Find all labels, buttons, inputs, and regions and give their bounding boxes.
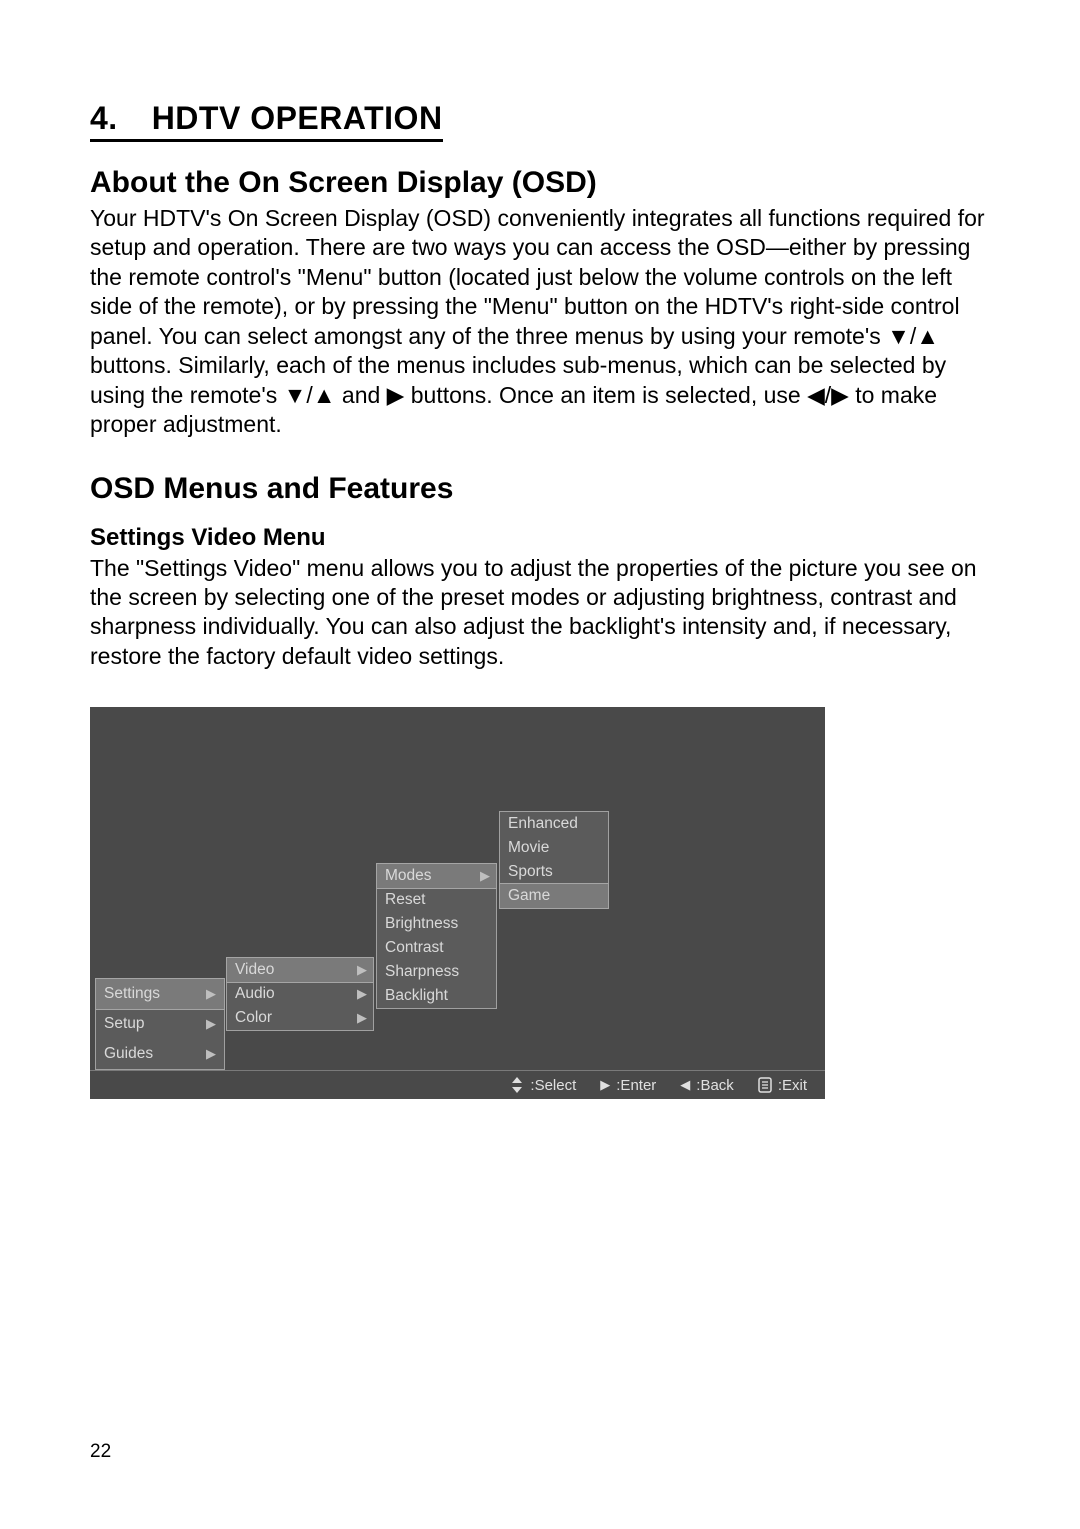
chevron-right-icon: ▶ [480,868,490,884]
osd-sub-label: Audio [235,985,275,1003]
settings-video-body: The "Settings Video" menu allows you to … [90,554,990,672]
chevron-right-icon: ▶ [206,1046,216,1062]
chevron-right-icon: ▶ [357,962,367,978]
section-title: 4. HDTV OPERATION [90,100,443,142]
legend-select: :Select [510,1077,576,1094]
osd-modes-item-enhanced[interactable]: Enhanced [500,812,608,836]
left-arrow-icon: ◀ [680,1077,690,1093]
osd-main-label: Settings [104,985,160,1003]
osd-sub-label: Enhanced [508,815,578,833]
osd-settings-item-video[interactable]: Video ▶ [226,957,374,983]
osd-main-menu: Settings ▶ Setup ▶ Guides ▶ [95,978,225,1070]
osd-video-submenu: Modes ▶ Reset Brightness Contrast Sharpn… [376,863,497,1009]
menu-icon [758,1077,772,1093]
legend-label: :Exit [778,1077,807,1094]
osd-modes-item-movie[interactable]: Movie [500,836,608,860]
osd-sub-label: Backlight [385,987,448,1005]
up-down-icon [510,1077,524,1093]
settings-video-heading: Settings Video Menu [90,524,990,552]
osd-video-item-backlight[interactable]: Backlight [377,984,496,1008]
osd-sub-label: Modes [385,867,432,885]
osd-main-label: Guides [104,1045,153,1063]
manual-page: 4. HDTV OPERATION About the On Screen Dis… [0,0,1080,1529]
chevron-right-icon: ▶ [206,1016,216,1032]
osd-sub-label: Sports [508,863,553,881]
osd-video-item-contrast[interactable]: Contrast [377,936,496,960]
chevron-right-icon: ▶ [206,986,216,1002]
legend-back: ◀ :Back [680,1077,734,1094]
osd-sub-label: Contrast [385,939,444,957]
osd-sub-label: Brightness [385,915,458,933]
osd-modes-item-sports[interactable]: Sports [500,860,608,884]
chevron-right-icon: ▶ [357,1010,367,1026]
legend-label: :Back [696,1077,734,1094]
osd-sub-label: Game [508,887,550,905]
osd-main-label: Setup [104,1015,145,1033]
osd-settings-submenu: Video ▶ Audio ▶ Color ▶ [226,957,374,1031]
osd-video-item-reset[interactable]: Reset [377,888,496,912]
about-body: Your HDTV's On Screen Display (OSD) conv… [90,204,990,440]
chevron-right-icon: ▶ [357,986,367,1002]
legend-exit: :Exit [758,1077,807,1094]
legend-label: :Select [530,1077,576,1094]
osd-video-item-brightness[interactable]: Brightness [377,912,496,936]
osd-legend: :Select ▶ :Enter ◀ :Back :Exit [90,1070,825,1099]
right-arrow-icon: ▶ [600,1077,610,1093]
osd-sub-label: Movie [508,839,549,857]
osd-settings-item-color[interactable]: Color ▶ [227,1006,373,1030]
osd-settings-item-audio[interactable]: Audio ▶ [227,982,373,1006]
osd-modes-submenu: Enhanced Movie Sports Game [499,811,609,909]
page-number: 22 [90,1441,111,1463]
osd-screenshot: Settings ▶ Setup ▶ Guides ▶ Video ▶ Audi… [90,707,825,1099]
osd-video-item-sharpness[interactable]: Sharpness [377,960,496,984]
about-heading: About the On Screen Display (OSD) [90,166,990,200]
osd-sub-label: Sharpness [385,963,459,981]
legend-label: :Enter [616,1077,656,1094]
osd-main-item-guides[interactable]: Guides ▶ [96,1039,224,1069]
osd-main-item-settings[interactable]: Settings ▶ [95,978,225,1010]
menus-heading: OSD Menus and Features [90,472,990,506]
section-title-text: HDTV OPERATION [152,100,443,136]
osd-sub-label: Video [235,961,274,979]
legend-enter: ▶ :Enter [600,1077,656,1094]
osd-modes-item-game[interactable]: Game [499,883,609,909]
osd-main-item-setup[interactable]: Setup ▶ [96,1009,224,1039]
osd-video-item-modes[interactable]: Modes ▶ [376,863,497,889]
section-number: 4. [90,100,118,136]
osd-sub-label: Reset [385,891,426,909]
osd-sub-label: Color [235,1009,272,1027]
